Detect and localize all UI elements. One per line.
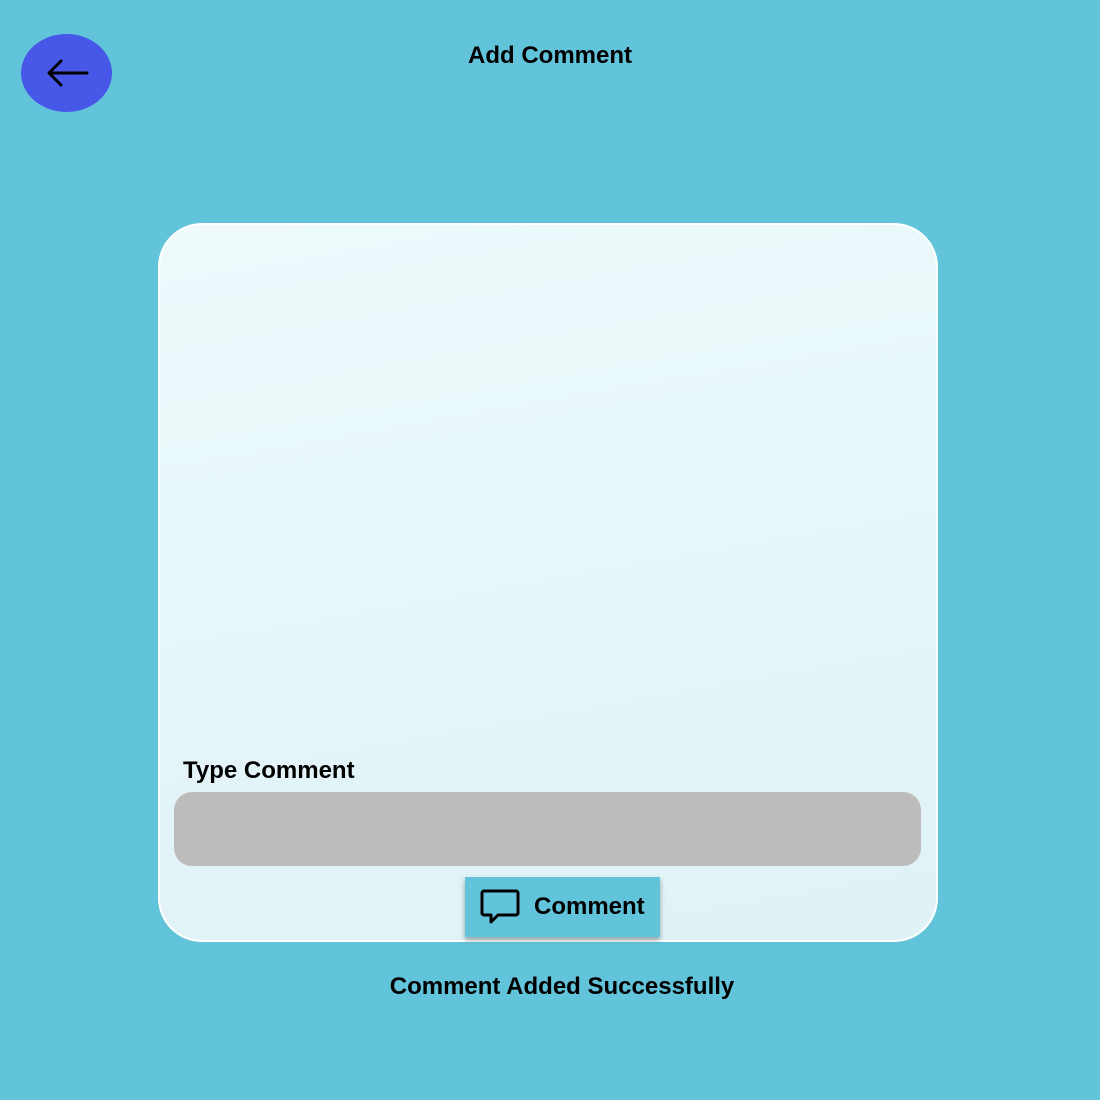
chat-bubble-icon [480,887,520,927]
comment-input[interactable] [174,792,921,866]
comment-submit-label: Comment [534,893,645,920]
status-message: Comment Added Successfully [389,973,735,1000]
comment-submit-button[interactable]: Comment [465,877,660,937]
comment-card: Type Comment Comment [158,223,938,942]
page-title: Add Comment [468,42,632,69]
comment-label: Type Comment [183,757,355,784]
